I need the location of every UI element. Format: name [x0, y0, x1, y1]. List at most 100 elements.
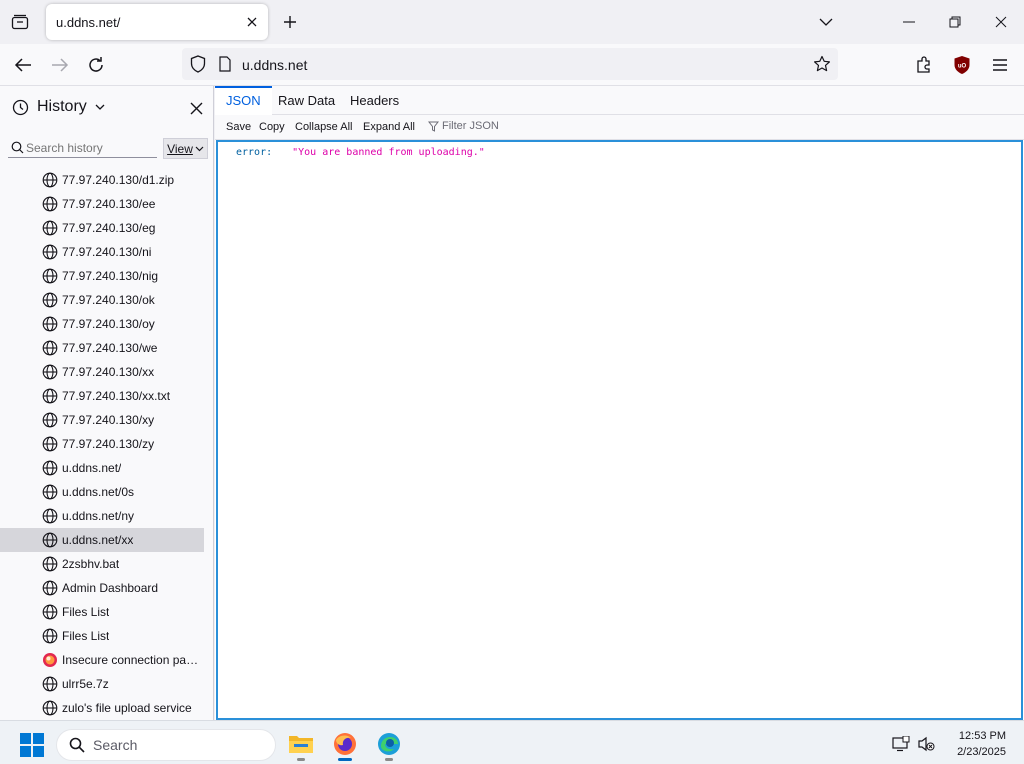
tab-title: u.ddns.net/: [56, 15, 121, 30]
history-item-label: 77.97.240.130/eg: [62, 221, 156, 235]
history-sidebar: History View 77.97.240.130/d1.zip77.97.2…: [0, 86, 214, 720]
close-window-icon[interactable]: [978, 0, 1024, 44]
history-item[interactable]: u.ddns.net/xx: [0, 528, 204, 552]
firefox-icon[interactable]: [328, 727, 362, 761]
taskbar-search-box[interactable]: Search: [56, 729, 276, 761]
copy-button[interactable]: Copy: [259, 121, 285, 133]
tab-close-icon[interactable]: [244, 14, 260, 30]
globe-icon: [42, 364, 58, 380]
history-item-label: ulrr5e.7z: [62, 677, 109, 691]
json-key: error:: [236, 147, 273, 158]
url-text[interactable]: u.ddns.net: [242, 57, 307, 73]
history-item-label: Insecure connection pass...: [62, 653, 204, 667]
globe-icon: [42, 700, 58, 716]
history-item[interactable]: ulrr5e.7z: [0, 672, 204, 696]
page-info-icon[interactable]: [216, 54, 234, 74]
sidebar-switcher[interactable]: History: [12, 98, 105, 116]
app-running-indicator: [297, 758, 305, 761]
globe-icon: [42, 604, 58, 620]
history-item[interactable]: Files List: [0, 624, 204, 648]
taskbar-clock[interactable]: 12:53 PM 2/23/2025: [957, 728, 1006, 760]
history-item-label: 77.97.240.130/xy: [62, 413, 155, 427]
history-item-label: u.ddns.net/0s: [62, 485, 135, 499]
volume-muted-icon[interactable]: [916, 735, 936, 753]
globe-icon: [42, 580, 58, 596]
filter-json-field[interactable]: Filter JSON: [428, 120, 499, 132]
history-item[interactable]: 77.97.240.130/nig: [0, 264, 204, 288]
collapse-all-button[interactable]: Collapse All: [295, 121, 352, 133]
history-item[interactable]: Files List: [0, 600, 204, 624]
reload-icon[interactable]: [83, 52, 109, 78]
clock-date: 2/23/2025: [957, 746, 1006, 758]
tab-list-icon[interactable]: [8, 10, 32, 34]
edge-icon[interactable]: [372, 727, 406, 761]
sidebar-header: History: [0, 86, 213, 130]
json-row[interactable]: error: "You are banned from uploading.": [236, 147, 485, 158]
ublock-origin-icon[interactable]: uO: [949, 52, 975, 78]
history-item[interactable]: 77.97.240.130/zy: [0, 432, 204, 456]
globe-icon: [42, 244, 58, 260]
tab-raw-data[interactable]: Raw Data: [267, 86, 346, 115]
history-item-label: 77.97.240.130/nig: [62, 269, 159, 283]
history-item[interactable]: 77.97.240.130/xx: [0, 360, 204, 384]
restore-icon[interactable]: [932, 0, 978, 44]
windows-start-icon[interactable]: [20, 733, 44, 757]
history-item-label: u.ddns.net/xx: [62, 533, 134, 547]
filter-funnel-icon: [428, 121, 439, 132]
new-tab-icon[interactable]: [279, 11, 301, 33]
history-item[interactable]: 77.97.240.130/oy: [0, 312, 204, 336]
taskbar-search-label: Search: [93, 737, 138, 753]
history-search-field[interactable]: [8, 138, 157, 158]
tab-headers[interactable]: Headers: [339, 86, 410, 115]
tracking-protection-shield-icon[interactable]: [188, 54, 208, 74]
history-item[interactable]: 77.97.240.130/ni: [0, 240, 204, 264]
json-tree-panel[interactable]: error: "You are banned from uploading.": [216, 140, 1023, 720]
sidebar-scrollbar[interactable]: [203, 86, 213, 720]
json-value: "You are banned from uploading.": [292, 147, 485, 158]
history-item[interactable]: u.ddns.net/: [0, 456, 204, 480]
app-menu-hamburger-icon[interactable]: [987, 52, 1013, 78]
history-item[interactable]: 77.97.240.130/ok: [0, 288, 204, 312]
file-explorer-icon[interactable]: [284, 727, 318, 761]
history-item-label: 77.97.240.130/xx.txt: [62, 389, 171, 403]
history-item[interactable]: u.ddns.net/0s: [0, 480, 204, 504]
warning-site-icon: [42, 652, 58, 668]
history-item[interactable]: 77.97.240.130/xy: [0, 408, 204, 432]
network-icon[interactable]: [891, 735, 911, 753]
save-button[interactable]: Save: [226, 121, 251, 133]
extensions-puzzle-icon[interactable]: [911, 52, 937, 78]
search-icon: [69, 737, 85, 753]
windows-taskbar: Search 12:53 PM 2/23/2025: [0, 720, 1024, 764]
view-dropdown-button[interactable]: View: [163, 138, 208, 159]
bookmark-star-icon[interactable]: [812, 54, 832, 74]
globe-icon: [42, 508, 58, 524]
json-viewer: JSON Raw Data Headers Save Copy Collapse…: [215, 86, 1024, 720]
globe-icon: [42, 220, 58, 236]
url-bar[interactable]: u.ddns.net: [182, 48, 838, 80]
history-item[interactable]: 2zsbhv.bat: [0, 552, 204, 576]
tab-active[interactable]: u.ddns.net/: [46, 4, 268, 40]
history-item-label: 77.97.240.130/we: [62, 341, 158, 355]
globe-icon: [42, 268, 58, 284]
forward-arrow-icon[interactable]: [47, 52, 73, 78]
history-item[interactable]: 77.97.240.130/we: [0, 336, 204, 360]
back-arrow-icon[interactable]: [10, 52, 36, 78]
history-item[interactable]: 77.97.240.130/xx.txt: [0, 384, 204, 408]
history-search-input[interactable]: [26, 140, 146, 155]
history-item[interactable]: Insecure connection pass...: [0, 648, 204, 672]
history-item[interactable]: 77.97.240.130/eg: [0, 216, 204, 240]
globe-icon: [42, 412, 58, 428]
globe-icon: [42, 340, 58, 356]
chevron-down-icon: [95, 104, 105, 110]
history-item[interactable]: u.ddns.net/ny: [0, 504, 204, 528]
minimize-icon[interactable]: [886, 0, 932, 44]
list-all-tabs-chevron-icon[interactable]: [816, 12, 836, 32]
history-item[interactable]: 77.97.240.130/d1.zip: [0, 168, 204, 192]
tab-json[interactable]: JSON: [215, 86, 272, 115]
history-item[interactable]: Admin Dashboard: [0, 576, 204, 600]
history-item[interactable]: 77.97.240.130/ee: [0, 192, 204, 216]
json-viewer-tabs: JSON Raw Data Headers: [215, 86, 1024, 115]
history-item[interactable]: zulo's file upload service: [0, 696, 204, 720]
globe-icon: [42, 532, 58, 548]
expand-all-button[interactable]: Expand All: [363, 121, 415, 133]
